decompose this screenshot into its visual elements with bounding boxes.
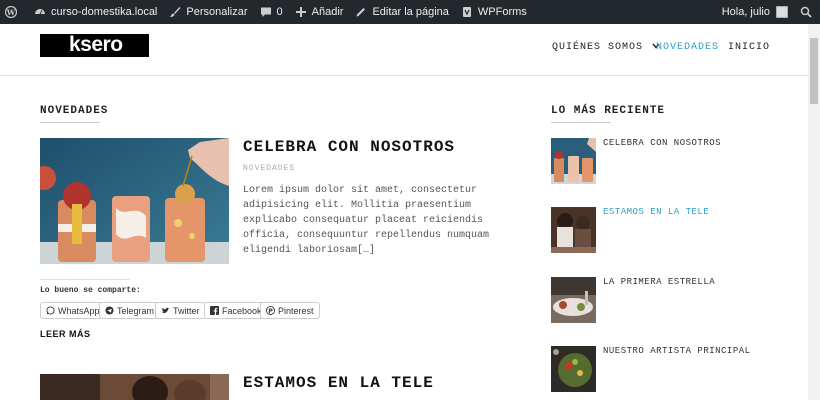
svg-text:P: P xyxy=(268,308,273,315)
recent-post-thumb[interactable] xyxy=(551,277,596,323)
share-twitter-button[interactable]: Twitter xyxy=(155,302,206,319)
pinterest-icon: P xyxy=(266,306,275,315)
admin-bar: W curso-domestika.local Personalizar 0 A… xyxy=(0,0,820,24)
restaurant-thumb xyxy=(551,277,596,323)
greeting-label: Hola, julio xyxy=(721,6,770,18)
drinks-photo xyxy=(40,138,229,264)
pencil-icon xyxy=(356,8,366,17)
share-pinterest-label: Pinterest xyxy=(278,305,314,316)
recent-post-thumb[interactable] xyxy=(551,138,596,184)
svg-text:W: W xyxy=(6,8,16,17)
nav-item-quienes-somos[interactable]: QUIÉNES SOMOS xyxy=(552,42,660,53)
search-button[interactable] xyxy=(794,0,820,24)
recent-post-item[interactable]: LA PRIMERA ESTRELLA xyxy=(551,277,791,323)
post-excerpt: Lorem ipsum dolor sit amet, consectetur … xyxy=(243,185,490,256)
share-twitter-label: Twitter xyxy=(173,305,200,316)
nav-item-inicio[interactable]: INICIO xyxy=(728,42,770,53)
wpforms-link[interactable]: WPForms xyxy=(455,0,533,24)
comments-count: 0 xyxy=(276,6,283,18)
recent-post-item[interactable]: CELEBRA CON NOSOTROS xyxy=(551,138,791,184)
recent-post-title[interactable]: NUESTRO ARTISTA PRINCIPAL xyxy=(603,346,751,356)
customize-link[interactable]: Personalizar xyxy=(163,0,253,24)
site-header: ksero QUIÉNES SOMOS NOVEDADES INICIO xyxy=(0,24,808,76)
recent-post-title[interactable]: ESTAMOS EN LA TELE xyxy=(603,207,709,217)
plus-icon xyxy=(295,7,306,17)
recent-post-title[interactable]: CELEBRA CON NOSOTROS xyxy=(603,138,721,148)
wordpress-logo-button[interactable]: W xyxy=(0,0,28,24)
nav-label: QUIÉNES SOMOS xyxy=(552,42,644,53)
share-label: Lo bueno se comparte: xyxy=(40,286,141,295)
facebook-icon xyxy=(210,306,219,315)
read-more-link[interactable]: LEER MÁS xyxy=(40,329,91,339)
post-category[interactable]: NOVEDADES xyxy=(243,164,295,173)
sidebar-title: LO MÁS RECIENTE xyxy=(551,105,666,123)
share-pinterest-button[interactable]: P Pinterest xyxy=(260,302,320,319)
share-telegram-label: Telegram xyxy=(117,305,155,316)
whatsapp-icon xyxy=(46,306,55,315)
add-new-link[interactable]: Añadir xyxy=(289,0,350,24)
customize-label: Personalizar xyxy=(186,6,248,18)
edit-page-label: Editar la página xyxy=(372,6,449,18)
wpforms-icon xyxy=(462,7,471,17)
avatar xyxy=(776,6,788,18)
share-whatsapp-label: WhatsApp xyxy=(58,305,100,316)
recent-post-title[interactable]: LA PRIMERA ESTRELLA xyxy=(603,277,715,287)
recent-post-thumb[interactable] xyxy=(551,207,596,253)
tv-thumb xyxy=(551,207,596,253)
comments-link[interactable]: 0 xyxy=(254,0,289,24)
add-label: Añadir xyxy=(311,6,344,18)
share-facebook-label: Facebook xyxy=(222,305,262,316)
drinks-thumb xyxy=(551,138,596,184)
wordpress-icon: W xyxy=(5,6,17,18)
section-title: NOVEDADES xyxy=(40,105,109,123)
paintbrush-icon xyxy=(170,7,181,17)
nav-item-novedades[interactable]: NOVEDADES xyxy=(656,42,719,53)
home-dashboard-icon xyxy=(35,9,45,15)
post-image-celebra[interactable] xyxy=(40,138,229,264)
share-whatsapp-button[interactable]: WhatsApp xyxy=(40,302,106,319)
comment-icon xyxy=(260,7,271,17)
page-scrollbar[interactable] xyxy=(808,24,820,400)
site-name: curso-domestika.local xyxy=(51,6,158,18)
post-image-tele[interactable] xyxy=(40,374,229,400)
share-divider xyxy=(40,279,130,280)
recent-post-thumb[interactable] xyxy=(551,346,596,392)
wpforms-label: WPForms xyxy=(477,6,527,18)
share-telegram-button[interactable]: Telegram xyxy=(99,302,161,319)
my-account-link[interactable]: Hola, julio xyxy=(716,0,794,24)
recent-post-item[interactable]: ESTAMOS EN LA TELE xyxy=(551,207,791,253)
share-facebook-button[interactable]: Facebook xyxy=(204,302,268,319)
edit-page-link[interactable]: Editar la página xyxy=(349,0,454,24)
scrollbar-thumb[interactable] xyxy=(810,38,818,104)
post-title[interactable]: CELEBRA CON NOSOTROS xyxy=(243,138,455,156)
site-name-link[interactable]: curso-domestika.local xyxy=(28,0,163,24)
site-logo[interactable]: ksero xyxy=(40,34,149,57)
tv-photo xyxy=(40,374,229,400)
post-title[interactable]: ESTAMOS EN LA TELE xyxy=(243,374,434,392)
food-thumb xyxy=(551,346,596,392)
search-icon xyxy=(800,6,812,18)
recent-post-item[interactable]: NUESTRO ARTISTA PRINCIPAL xyxy=(551,346,791,392)
twitter-icon xyxy=(161,307,170,314)
telegram-icon xyxy=(105,306,114,315)
